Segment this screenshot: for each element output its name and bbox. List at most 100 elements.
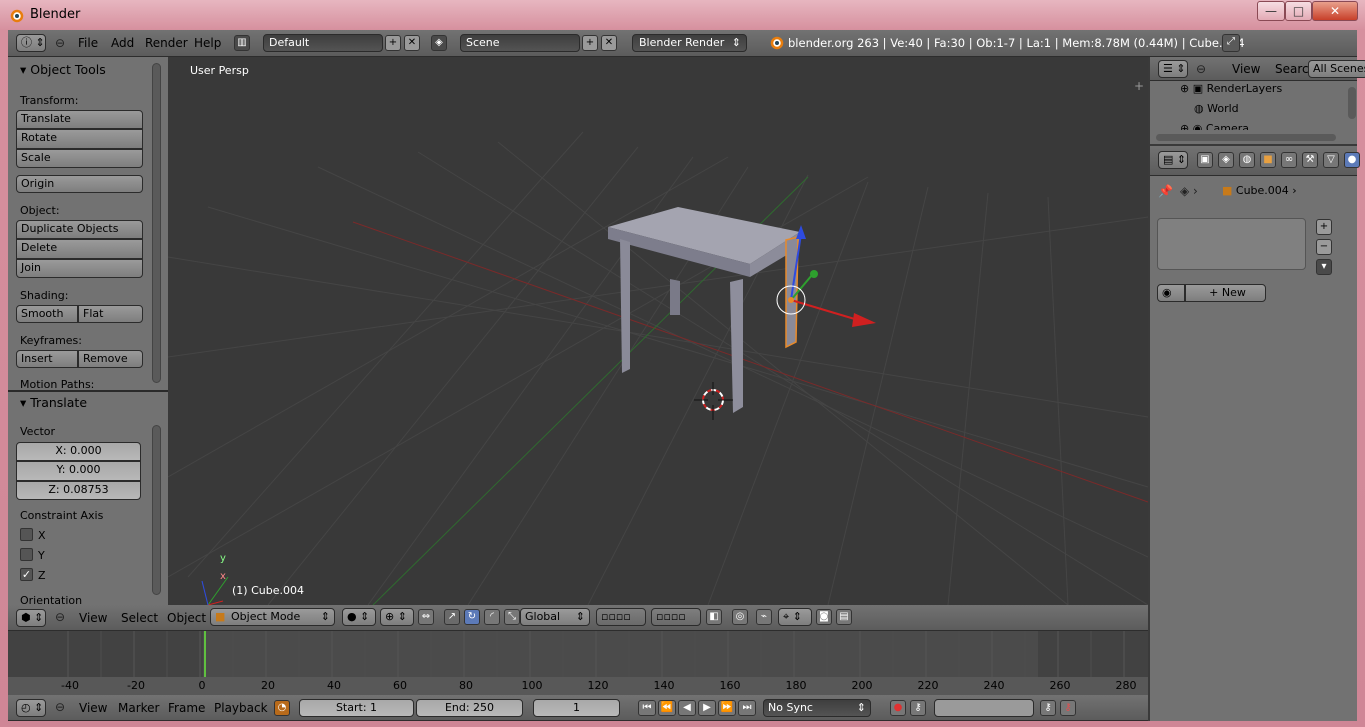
start-frame-field[interactable]: Start: 1 [299, 699, 414, 717]
shade-flat-button[interactable]: Flat [78, 305, 143, 323]
menu-object[interactable]: Object [167, 611, 206, 625]
play-icon[interactable]: ▶ [698, 700, 716, 716]
add-slot-icon[interactable]: + [1316, 219, 1332, 235]
delete-scene-icon[interactable]: ✕ [601, 35, 617, 51]
screen-layout-icon[interactable]: ▥ [234, 35, 250, 51]
current-frame-field[interactable]: 1 [533, 699, 620, 717]
minimize-button[interactable]: — [1257, 1, 1285, 21]
insert-keyset-icon[interactable]: ⚷ [1040, 700, 1056, 716]
collapse-menu-icon[interactable]: ⊖ [55, 36, 65, 50]
editor-type-3dview[interactable]: ⬢ ⇕ [16, 609, 46, 627]
prev-keyframe-icon[interactable]: ⏪ [658, 700, 676, 716]
manipulator-toggle-icon[interactable]: ⇔ [418, 609, 434, 625]
add-layout-icon[interactable]: + [385, 35, 401, 51]
fullscreen-icon[interactable]: ⤢ [1222, 34, 1240, 52]
preview-range-icon[interactable]: ◔ [274, 700, 290, 716]
timeline-menu-marker[interactable]: Marker [118, 701, 159, 715]
next-keyframe-icon[interactable]: ⏩ [718, 700, 736, 716]
editor-type-outliner[interactable]: ☰ ⇕ [1158, 60, 1188, 78]
menu-select[interactable]: Select [121, 611, 158, 625]
jump-start-icon[interactable]: ⏮ [638, 700, 656, 716]
render-tab-icon[interactable]: ▣ [1197, 152, 1213, 168]
operator-scrollbar[interactable] [152, 425, 161, 595]
outliner-item-world[interactable]: ◍ World [1194, 102, 1239, 115]
transform-orientation-select[interactable]: Global ⇕ [520, 608, 590, 626]
layout-field[interactable]: Default [263, 34, 383, 52]
object-tools-panel-title[interactable]: ▾ Object Tools [20, 62, 106, 77]
modifiers-tab-icon[interactable]: ⚒ [1302, 152, 1318, 168]
outliner-item-renderlayers[interactable]: ⊕ ▣ RenderLayers [1180, 82, 1282, 95]
vector-x-field[interactable]: X: 0.000 [16, 442, 141, 461]
rotate-manipulator-icon[interactable]: ↻ [464, 609, 480, 625]
play-reverse-icon[interactable]: ◀ [678, 700, 696, 716]
layers-grid-2[interactable]: ▫▫▫▫ [651, 608, 701, 626]
viewport-shading-select[interactable]: ● ⇕ [342, 608, 376, 626]
data-tab-icon[interactable]: ▽ [1323, 152, 1339, 168]
vector-y-field[interactable]: Y: 0.000 [16, 461, 141, 481]
outliner-display-filter[interactable]: All Scenes [1308, 60, 1365, 78]
snap-element-select[interactable]: ⌖ ⇕ [778, 608, 812, 626]
jump-end-icon[interactable]: ⏭ [738, 700, 756, 716]
remove-slot-icon[interactable]: − [1316, 239, 1332, 255]
material-tab-icon[interactable]: ● [1344, 152, 1360, 168]
keying-set-field[interactable] [934, 699, 1034, 717]
delete-keyset-icon[interactable]: ⚷ [1060, 700, 1076, 716]
delete-layout-icon[interactable]: ✕ [404, 35, 420, 51]
scale-tool-icon[interactable]: ⤡ [504, 609, 520, 625]
scale-button[interactable]: Scale [16, 149, 143, 168]
add-scene-icon[interactable]: + [582, 35, 598, 51]
render-still-icon[interactable]: ◙ [816, 609, 832, 625]
timeline-menu-frame[interactable]: Frame [168, 701, 205, 715]
end-frame-field[interactable]: End: 250 [416, 699, 523, 717]
outliner-menu-view[interactable]: View [1232, 62, 1260, 76]
rotate-button[interactable]: Rotate [16, 129, 143, 149]
menu-view[interactable]: View [79, 611, 107, 625]
timeline[interactable]: -40 -20 0 20 40 60 80 100 120 140 160 180 200 220 240 2… [8, 631, 1148, 695]
translate-operator-title[interactable]: ▾ Translate [20, 395, 87, 410]
join-button[interactable]: Join [16, 259, 143, 278]
outliner-hscrollbar[interactable] [1156, 134, 1336, 141]
close-button[interactable]: ✕ [1312, 1, 1358, 21]
duplicate-objects-button[interactable]: Duplicate Objects [16, 220, 143, 239]
viewport-plus-icon[interactable]: + [1134, 79, 1144, 93]
record-icon[interactable]: ● [890, 700, 906, 716]
pin-icon[interactable]: 📌 [1158, 184, 1173, 198]
current-frame-marker[interactable] [204, 631, 206, 677]
3d-viewport[interactable]: User Persp y x (1) Cube.004 + [168, 57, 1148, 605]
proportional-edit-icon[interactable]: ◎ [732, 609, 748, 625]
scene-icon[interactable]: ◈ [431, 35, 447, 51]
maximize-button[interactable]: □ [1285, 1, 1312, 21]
collapse-menu-icon[interactable]: ⊖ [55, 610, 65, 624]
constraint-y-checkbox[interactable] [20, 548, 33, 561]
timeline-menu-playback[interactable]: Playback [214, 701, 268, 715]
menu-help[interactable]: Help [194, 36, 221, 50]
shade-smooth-button[interactable]: Smooth [16, 305, 78, 323]
editor-type-timeline[interactable]: ◴ ⇕ [16, 699, 46, 717]
insert-keyframe-button[interactable]: Insert [16, 350, 78, 368]
keying-icon[interactable]: ⚷ [910, 700, 926, 716]
object-tab-icon[interactable]: ■ [1260, 152, 1276, 168]
snap-icon[interactable]: ⌁ [756, 609, 772, 625]
slot-menu-icon[interactable]: ▾ [1316, 259, 1332, 275]
timeline-menu-view[interactable]: View [79, 701, 107, 715]
lock-layers-icon[interactable]: ◧ [706, 609, 722, 625]
render-animation-icon[interactable]: ▤ [836, 609, 852, 625]
editor-type-info[interactable]: ⓘ ⇕ [16, 34, 46, 52]
translate-manipulator-icon[interactable]: ↗ [444, 609, 460, 625]
scene-tab-icon[interactable]: ◈ [1218, 152, 1234, 168]
render-engine-select[interactable]: Blender Render ⇕ [632, 34, 747, 52]
outliner-scrollbar[interactable] [1348, 87, 1356, 119]
constraint-z-checkbox[interactable]: ✓ [20, 568, 33, 581]
menu-file[interactable]: File [78, 36, 98, 50]
translate-button[interactable]: Translate [16, 110, 143, 129]
new-material-button[interactable]: + New [1185, 284, 1266, 302]
3d-cursor-icon[interactable] [694, 382, 733, 420]
scale-manipulator-icon[interactable]: ◜ [484, 609, 500, 625]
material-slots-list[interactable] [1157, 218, 1306, 270]
vector-z-field[interactable]: Z: 0.08753 [16, 481, 141, 500]
menu-render[interactable]: Render [145, 36, 188, 50]
constraints-tab-icon[interactable]: ∞ [1281, 152, 1297, 168]
outliner-item-camera[interactable]: ⊕ ◉ Camera [1180, 122, 1249, 130]
object-mode-select[interactable]: ■ Object Mode ⇕ [210, 608, 335, 626]
origin-button[interactable]: Origin [16, 175, 143, 193]
